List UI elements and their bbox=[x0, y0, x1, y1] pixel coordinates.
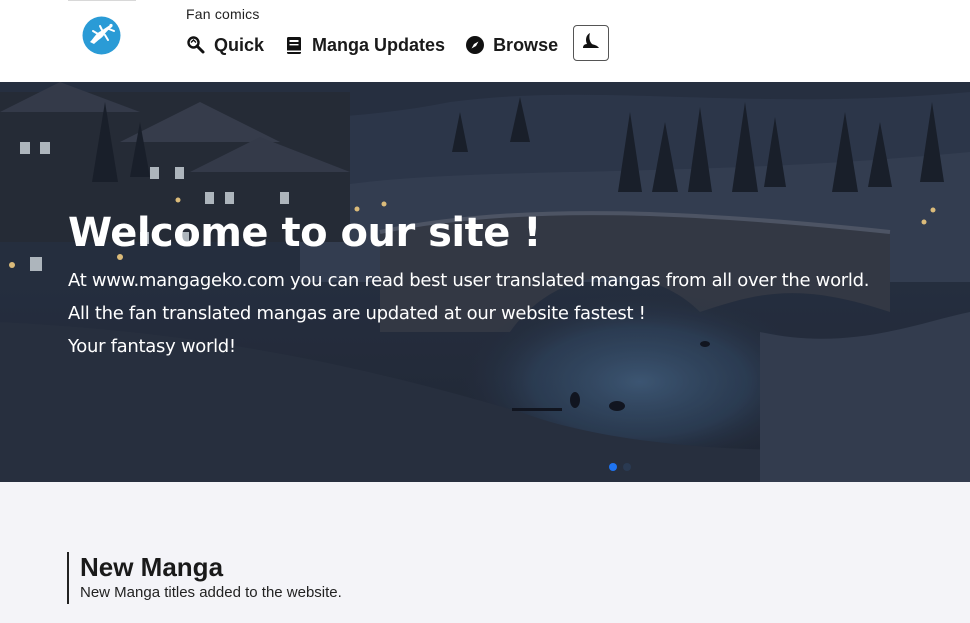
nav-manga-updates-label: Manga Updates bbox=[312, 34, 446, 55]
section-subtitle: New Manga titles added to the website. bbox=[80, 584, 342, 601]
nav-quick-label: Quick bbox=[214, 34, 265, 55]
site-header: Fan comics Quick Manga Updates Browse bbox=[0, 0, 970, 83]
gecko-logo-icon[interactable] bbox=[82, 16, 121, 55]
logo-divider bbox=[68, 0, 136, 1]
nav-manga-updates[interactable]: Manga Updates bbox=[284, 35, 445, 56]
site-tagline: Fan comics bbox=[186, 6, 260, 22]
hero-text-line: All the fan translated mangas are update… bbox=[68, 303, 646, 324]
nav-browse[interactable]: Browse bbox=[465, 35, 558, 56]
quick-search-icon bbox=[186, 35, 206, 55]
main-nav: Quick Manga Updates Browse bbox=[186, 33, 578, 57]
carousel-indicators bbox=[609, 463, 637, 471]
carousel-dot-2[interactable] bbox=[623, 463, 631, 471]
carousel-dot-1[interactable] bbox=[609, 463, 617, 471]
new-manga-section-header: New Manga New Manga titles added to the … bbox=[67, 552, 342, 604]
compass-icon bbox=[465, 35, 485, 55]
hero-text-line: Your fantasy world! bbox=[68, 336, 236, 357]
nav-browse-label: Browse bbox=[493, 34, 559, 55]
moon-icon bbox=[580, 30, 602, 57]
nav-quick[interactable]: Quick bbox=[186, 35, 264, 56]
theme-toggle-button[interactable] bbox=[573, 25, 609, 61]
section-title: New Manga bbox=[80, 552, 224, 582]
hero-text-line: At www.mangageko.com you can read best u… bbox=[68, 270, 870, 291]
hero-title: Welcome to our site ! bbox=[68, 210, 542, 256]
hero-carousel[interactable]: Welcome to our site ! At www.mangageko.c… bbox=[0, 82, 970, 482]
book-icon bbox=[284, 35, 304, 55]
